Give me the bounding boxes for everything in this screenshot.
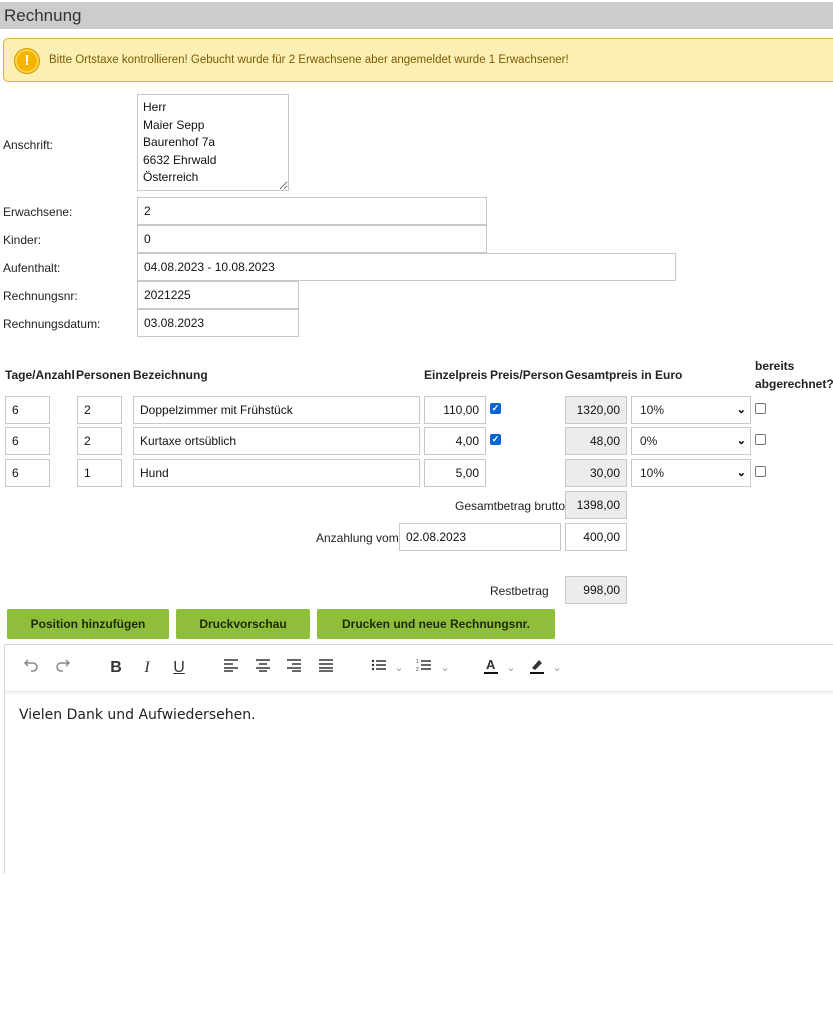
row-tax-selected: 0%: [640, 434, 658, 448]
bullet-list-dropdown-chevron-icon[interactable]: ⌄: [392, 657, 406, 679]
row-settled-checkbox[interactable]: [755, 466, 766, 477]
address-label: Anschrift:: [3, 138, 54, 152]
editor-toolbar: B I U ⌄ 12 ⌄ A ⌄ ⌄: [5, 645, 833, 692]
row-tax-select[interactable]: 10% ⌄: [631, 459, 751, 487]
highlight-dropdown-chevron-icon[interactable]: ⌄: [550, 657, 564, 679]
row-unit-price-input[interactable]: 5,00: [424, 459, 486, 487]
col-header-settled-line1: bereits: [755, 359, 795, 373]
row-per-person-checkbox[interactable]: ✓: [490, 403, 501, 414]
numbered-list-dropdown-chevron-icon[interactable]: ⌄: [438, 657, 452, 679]
col-header-price-per-person: Preis/Person: [490, 368, 564, 382]
font-color-dropdown-chevron-icon[interactable]: ⌄: [504, 657, 518, 679]
invoice-date-label: Rechnungsdatum:: [3, 317, 101, 331]
svg-text:A: A: [486, 657, 496, 672]
numbered-list-icon[interactable]: 12: [414, 657, 434, 679]
row-total-value: 30,00: [565, 459, 627, 487]
stay-label: Aufenthalt:: [3, 261, 61, 275]
row-description-input[interactable]: Hund: [133, 459, 420, 487]
row-days-input[interactable]: 6: [5, 459, 50, 487]
deposit-label: Anzahlung vom: [316, 531, 399, 545]
children-label: Kinder:: [3, 233, 42, 247]
row-persons-input[interactable]: 1: [77, 459, 122, 487]
row-days-input[interactable]: 6: [5, 427, 50, 455]
underline-icon[interactable]: U: [169, 657, 189, 679]
row-per-person-checkbox[interactable]: ✓: [490, 434, 501, 445]
align-justify-icon[interactable]: [316, 657, 336, 679]
row-total-value: 48,00: [565, 427, 627, 455]
row-persons-input[interactable]: 2: [77, 427, 122, 455]
warning-banner: ! Bitte Ortstaxe kontrollieren! Gebucht …: [3, 38, 833, 82]
col-header-persons: Personen: [76, 368, 131, 382]
chevron-down-icon: ⌄: [736, 404, 746, 416]
italic-icon[interactable]: I: [137, 657, 157, 679]
col-header-settled-line2: abgerechnet?: [755, 377, 833, 391]
gross-total-value: 1398,00: [565, 491, 627, 519]
undo-icon[interactable]: [21, 657, 41, 679]
invoice-date-input[interactable]: 03.08.2023: [137, 309, 299, 337]
adults-input[interactable]: 2: [137, 197, 487, 225]
gross-total-label: Gesamtbetrag brutto: [455, 499, 566, 513]
row-settled-checkbox[interactable]: [755, 434, 766, 445]
align-center-icon[interactable]: [253, 657, 273, 679]
deposit-amount-input[interactable]: 400,00: [565, 523, 627, 551]
page-header: Rechnung: [0, 2, 833, 29]
align-right-icon[interactable]: [284, 657, 304, 679]
row-tax-select[interactable]: 10% ⌄: [631, 396, 751, 424]
warning-text: Bitte Ortstaxe kontrollieren! Gebucht wu…: [49, 54, 569, 66]
rest-label: Restbetrag: [490, 584, 549, 598]
chevron-down-icon: ⌄: [736, 435, 746, 447]
adults-label: Erwachsene:: [3, 205, 73, 219]
row-tax-selected: 10%: [640, 403, 665, 417]
invoice-number-label: Rechnungsnr:: [3, 289, 78, 303]
row-description-input[interactable]: Kurtaxe ortsüblich: [133, 427, 420, 455]
row-tax-select[interactable]: 0% ⌄: [631, 427, 751, 455]
highlight-icon[interactable]: [527, 657, 547, 679]
bullet-list-icon[interactable]: [369, 657, 389, 679]
row-total-value: 1320,00: [565, 396, 627, 424]
row-tax-selected: 10%: [640, 466, 665, 480]
rest-value: 998,00: [565, 576, 627, 604]
chevron-down-icon: ⌄: [736, 467, 746, 479]
row-settled-checkbox[interactable]: [755, 403, 766, 414]
deposit-date-input[interactable]: 02.08.2023: [399, 523, 561, 551]
editor-content[interactable]: Vielen Dank und Aufwiedersehen.: [19, 707, 256, 723]
row-days-input[interactable]: 6: [5, 396, 50, 424]
col-header-total: Gesamtpreis in Euro: [565, 368, 683, 382]
page-title: Rechnung: [4, 6, 82, 25]
svg-text:2: 2: [416, 667, 419, 672]
row-unit-price-input[interactable]: 110,00: [424, 396, 486, 424]
align-left-icon[interactable]: [221, 657, 241, 679]
bold-icon[interactable]: B: [106, 657, 126, 679]
col-header-description: Bezeichnung: [133, 368, 208, 382]
stay-input[interactable]: 04.08.2023 - 10.08.2023: [137, 253, 676, 281]
print-new-number-button[interactable]: Drucken und neue Rechnungsnr.: [317, 609, 555, 639]
row-unit-price-input[interactable]: 4,00: [424, 427, 486, 455]
children-input[interactable]: 0: [137, 225, 487, 253]
redo-icon[interactable]: [53, 657, 73, 679]
row-description-input[interactable]: Doppelzimmer mit Frühstück: [133, 396, 420, 424]
col-header-unit-price: Einzelpreis: [424, 368, 488, 382]
row-persons-input[interactable]: 2: [77, 396, 122, 424]
invoice-number-input[interactable]: 2021225: [137, 281, 299, 309]
svg-text:1: 1: [416, 659, 419, 665]
print-preview-button[interactable]: Druckvorschau: [176, 609, 310, 639]
address-textarea[interactable]: [137, 94, 289, 191]
rich-text-editor[interactable]: B I U ⌄ 12 ⌄ A ⌄ ⌄ Vielen Dank und Aufwi…: [4, 644, 833, 874]
font-color-icon[interactable]: A: [481, 657, 501, 679]
warning-icon: !: [14, 48, 40, 74]
col-header-days: Tage/Anzahl: [5, 368, 75, 382]
add-position-button[interactable]: Position hinzufügen: [7, 609, 169, 639]
